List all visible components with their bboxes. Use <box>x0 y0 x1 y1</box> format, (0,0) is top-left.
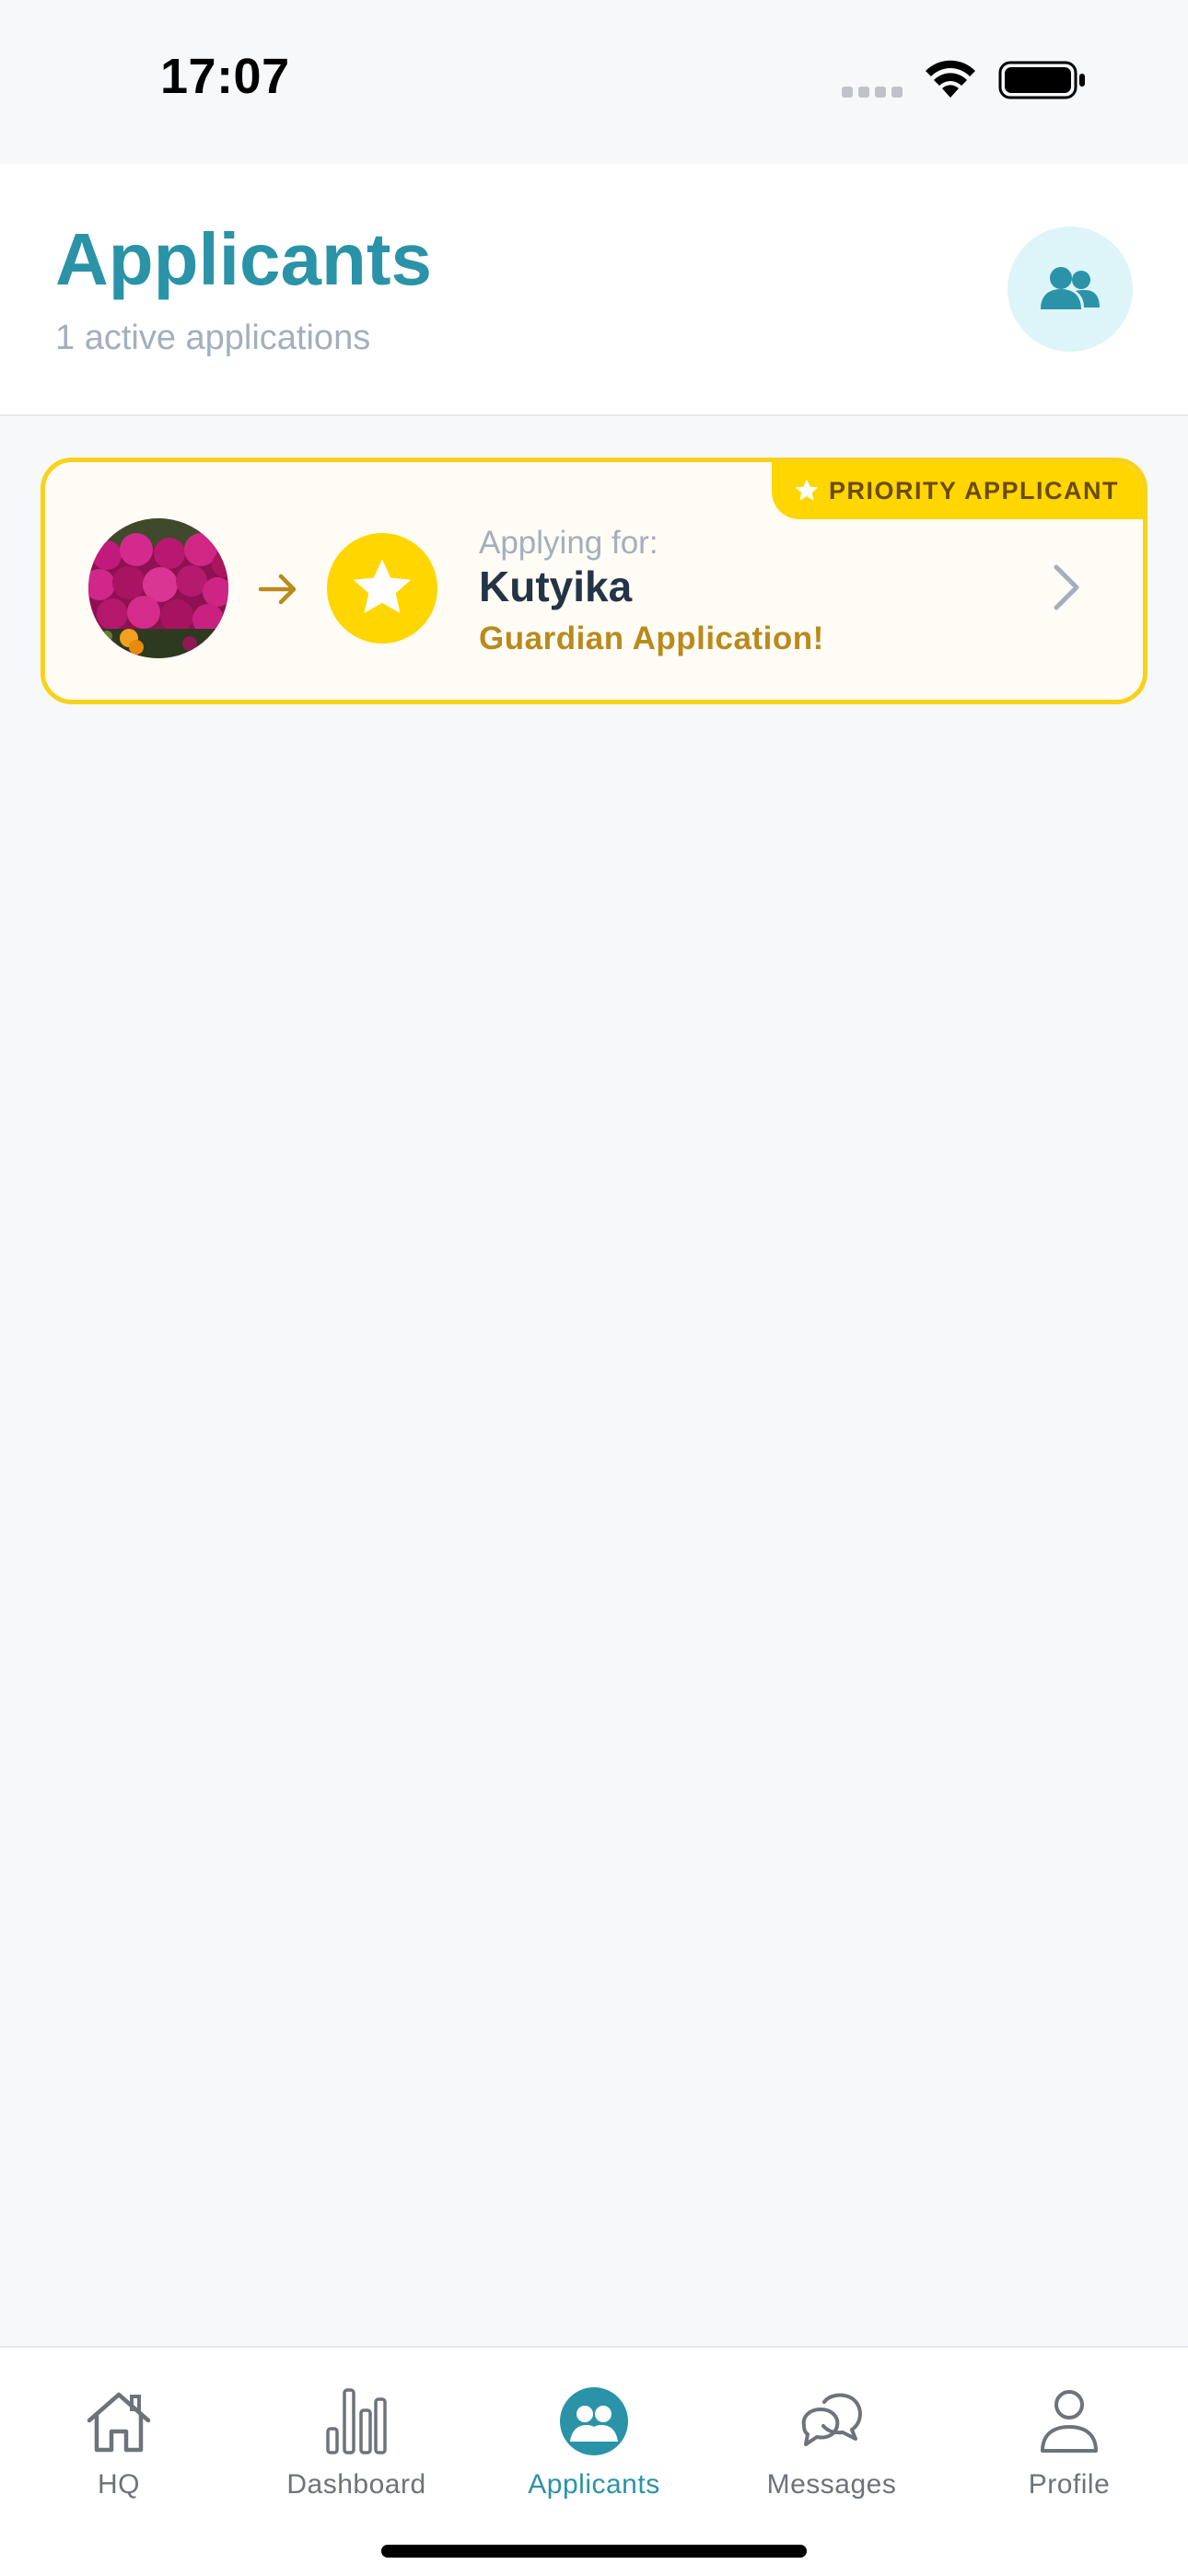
tab-dashboard[interactable]: Dashboard <box>238 2385 475 2504</box>
home-icon <box>87 2392 151 2453</box>
tab-messages[interactable]: Messages <box>713 2385 950 2504</box>
tab-hq[interactable]: HQ <box>0 2385 238 2504</box>
wifi-icon <box>926 60 975 98</box>
tab-applicants[interactable]: Applicants <box>475 2385 713 2504</box>
arrow-right-icon <box>259 574 297 605</box>
tab-label: Messages <box>766 2469 897 2500</box>
status-bar: 17:07 <box>0 0 1188 164</box>
page-title: Applicants <box>55 218 432 300</box>
tab-label: Dashboard <box>286 2469 426 2500</box>
pet-badge <box>327 533 437 644</box>
users-icon <box>560 2387 628 2455</box>
applicant-card[interactable]: PRIORITY APPLICANT Applying for: Kutyika… <box>41 458 1147 704</box>
star-icon <box>795 479 819 501</box>
star-icon <box>353 559 412 613</box>
bar-chart-icon <box>326 2388 387 2454</box>
person-icon <box>1041 2390 1098 2453</box>
tab-label: Profile <box>1028 2469 1111 2500</box>
priority-label: PRIORITY APPLICANT <box>828 476 1119 505</box>
pet-name: Kutyika <box>479 563 633 610</box>
applying-for-label: Applying for: <box>479 525 658 561</box>
tab-bar: HQ Dashboard Applicants Messages Profile <box>0 2346 1188 2576</box>
tab-label: HQ <box>98 2469 140 2500</box>
application-type: Guardian Application! <box>479 621 824 656</box>
tab-profile[interactable]: Profile <box>950 2385 1188 2504</box>
applicant-avatar <box>88 518 228 658</box>
chat-bubbles-icon <box>801 2393 862 2446</box>
tab-label: Applicants <box>528 2469 660 2500</box>
page-header: Applicants 1 active applications <box>0 164 1188 416</box>
applicants-group-button[interactable] <box>1007 226 1133 352</box>
status-time: 17:07 <box>160 49 290 104</box>
cellular-signal-icon <box>842 87 904 98</box>
battery-icon <box>998 61 1085 99</box>
users-icon <box>1041 267 1100 309</box>
home-indicator[interactable] <box>381 2545 807 2558</box>
priority-badge: PRIORITY APPLICANT <box>771 462 1143 519</box>
active-applications-count: 1 active applications <box>55 319 371 357</box>
chevron-right-icon <box>1054 564 1079 610</box>
